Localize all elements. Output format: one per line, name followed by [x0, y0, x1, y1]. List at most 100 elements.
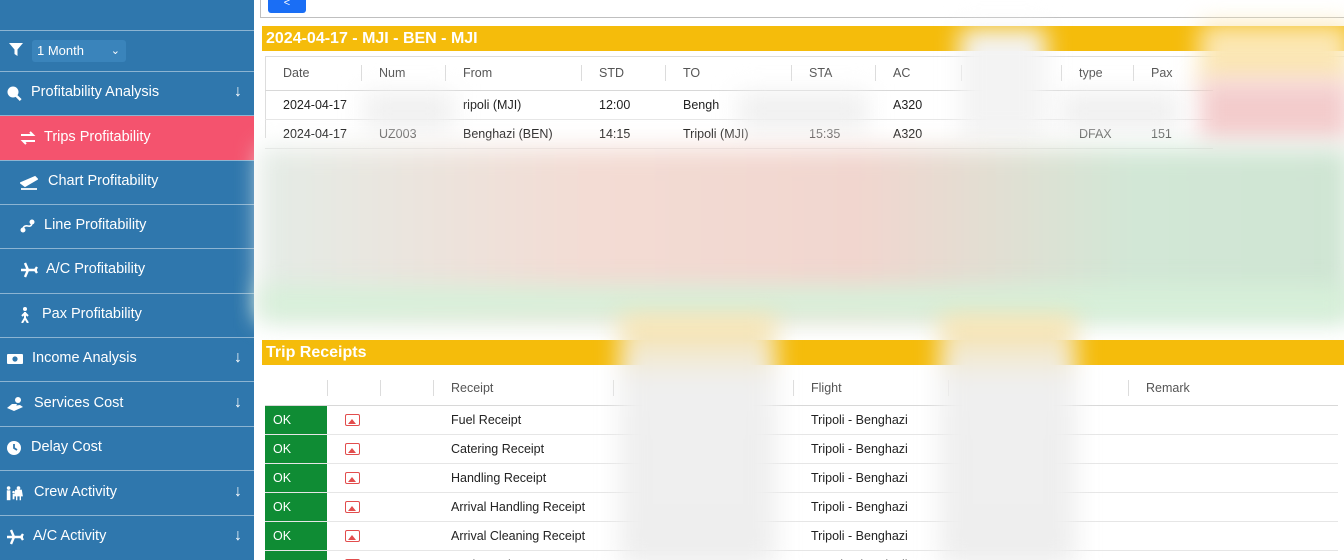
money-icon — [7, 354, 23, 364]
cell-blank — [380, 521, 433, 551]
cell-flight: Tripoli - Benghazi — [793, 405, 948, 435]
status-badge: OK — [265, 463, 327, 493]
col-sta[interactable]: STA — [791, 56, 875, 91]
table-header-row: Date Num From STD TO STA AC type Pax — [265, 56, 1213, 91]
nav-label: Income Analysis — [32, 350, 137, 366]
table-row[interactable]: OK Fuel Receipt Benghazi - Tripoli — [265, 550, 1338, 560]
nav-delay-cost[interactable]: Delay Cost — [0, 426, 254, 470]
col-remark[interactable]: Remark — [1128, 371, 1338, 406]
cell-blank — [380, 405, 433, 435]
cell-receipt: Fuel Receipt — [433, 405, 613, 435]
cell-from: ripoli (MJI) — [445, 90, 581, 120]
col-image[interactable] — [327, 371, 380, 406]
table-row[interactable]: OK Catering Receipt Tripoli - Benghazi — [265, 434, 1338, 464]
period-select-value: 1 Month — [37, 43, 84, 58]
receipts-title: Trip Receipts — [266, 344, 367, 361]
cell-ac: A320 — [875, 119, 961, 149]
cell-receipt: Arrival Handling Receipt — [433, 492, 613, 522]
nav-label: Crew Activity — [34, 484, 117, 500]
cell-remark — [1128, 405, 1338, 435]
table-row[interactable]: OK Arrival Handling Receipt Tripoli - Be… — [265, 492, 1338, 522]
nav-line-profitability[interactable]: Line Profitability — [0, 204, 254, 248]
col-status[interactable] — [265, 371, 327, 406]
image-icon[interactable] — [345, 472, 360, 484]
nav-label: Delay Cost — [31, 439, 102, 455]
cell-image[interactable] — [327, 492, 380, 522]
cell-image[interactable] — [327, 434, 380, 464]
image-icon[interactable] — [345, 443, 360, 455]
cell-image[interactable] — [327, 463, 380, 493]
nav-profitability-analysis[interactable]: Profitability Analysis ↓ — [0, 71, 254, 115]
col-to[interactable]: TO — [665, 56, 791, 91]
status-badge: OK — [265, 492, 327, 522]
col-receipt[interactable]: Receipt — [433, 371, 613, 406]
filter-icon — [9, 43, 23, 56]
cell-remark — [1128, 550, 1338, 560]
redacted-region — [738, 92, 868, 130]
cell-remark — [1128, 463, 1338, 493]
col-num[interactable]: Num — [361, 56, 445, 91]
route-icon — [20, 219, 35, 233]
nav-ac-profitability[interactable]: A/C Profitability — [0, 248, 254, 292]
redacted-region — [364, 92, 454, 130]
cell-flight: Benghazi - Tripoli — [793, 550, 948, 560]
cell-image[interactable] — [327, 405, 380, 435]
redacted-region — [260, 286, 1344, 320]
nav-label: Services Cost — [34, 395, 124, 411]
cell-receipt: Arrival Cleaning Receipt — [433, 521, 613, 551]
image-icon[interactable] — [345, 530, 360, 542]
nav-label: Chart Profitability — [48, 173, 159, 189]
status-badge: OK — [265, 550, 327, 560]
person-walking-icon — [21, 307, 29, 323]
cell-date: 2024-04-17 — [265, 90, 361, 120]
cell-std: 12:00 — [581, 90, 665, 120]
col-std[interactable]: STD — [581, 56, 665, 91]
status-badge: OK — [265, 405, 327, 435]
plane-icon — [7, 529, 24, 545]
image-icon[interactable] — [345, 414, 360, 426]
nav-services-cost[interactable]: Services Cost ↓ — [0, 382, 254, 426]
arrow-down-icon: ↓ — [234, 394, 242, 411]
redacted-region — [940, 316, 1076, 560]
cell-image[interactable] — [327, 550, 380, 560]
nav-label: Pax Profitability — [42, 306, 142, 322]
col-blank[interactable] — [380, 371, 433, 406]
col-ac[interactable]: AC — [875, 56, 961, 91]
col-from[interactable]: From — [445, 56, 581, 91]
back-button[interactable]: < — [268, 0, 306, 13]
col-type[interactable]: type — [1061, 56, 1133, 91]
col-date[interactable]: Date — [265, 56, 361, 91]
cell-image[interactable] — [327, 521, 380, 551]
receipts-table: Receipt Flight Remark OK Fuel Receipt Tr… — [265, 371, 1338, 560]
nav-crew-activity[interactable]: Crew Activity ↓ — [0, 471, 254, 515]
nav-income-analysis[interactable]: Income Analysis ↓ — [0, 337, 254, 381]
hand-coins-icon — [7, 397, 23, 411]
nav-trips-profitability[interactable]: Trips Profitability — [0, 116, 254, 160]
image-icon[interactable] — [345, 501, 360, 513]
cell-remark — [1128, 492, 1338, 522]
main-content: < 2024-04-17 - MJI - BEN - MJI Date Num … — [254, 0, 1344, 560]
nav-ac-activity[interactable]: A/C Activity ↓ — [0, 515, 254, 559]
plane-icon — [21, 262, 38, 278]
col-flight[interactable]: Flight — [793, 371, 948, 406]
search-input[interactable] — [260, 0, 1344, 18]
table-row[interactable]: OK Arrival Cleaning Receipt Tripoli - Be… — [265, 521, 1338, 551]
cell-from: Benghazi (BEN) — [445, 119, 581, 149]
nav-chart-profitability[interactable]: Chart Profitability — [0, 160, 254, 204]
cell-blank — [380, 492, 433, 522]
cell-receipt: Handling Receipt — [433, 463, 613, 493]
period-select[interactable]: 1 Month ⌄ — [32, 40, 126, 62]
table-row[interactable]: OK Fuel Receipt Tripoli - Benghazi — [265, 405, 1338, 435]
nav-pax-profitability[interactable]: Pax Profitability — [0, 293, 254, 337]
cell-receipt: Fuel Receipt — [433, 550, 613, 560]
clock-icon — [7, 441, 21, 455]
search-chart-icon — [7, 86, 22, 101]
cell-blank — [380, 434, 433, 464]
nav-label: Trips Profitability — [44, 129, 151, 145]
status-badge: OK — [265, 434, 327, 464]
cell-flight: Tripoli - Benghazi — [793, 463, 948, 493]
period-filter: 1 Month ⌄ — [0, 31, 254, 71]
plane-departure-icon — [20, 175, 38, 190]
sidebar: 1 Month ⌄ Profitability Analysis ↓ Trips… — [0, 0, 254, 560]
table-row[interactable]: OK Handling Receipt Tripoli - Benghazi — [265, 463, 1338, 493]
